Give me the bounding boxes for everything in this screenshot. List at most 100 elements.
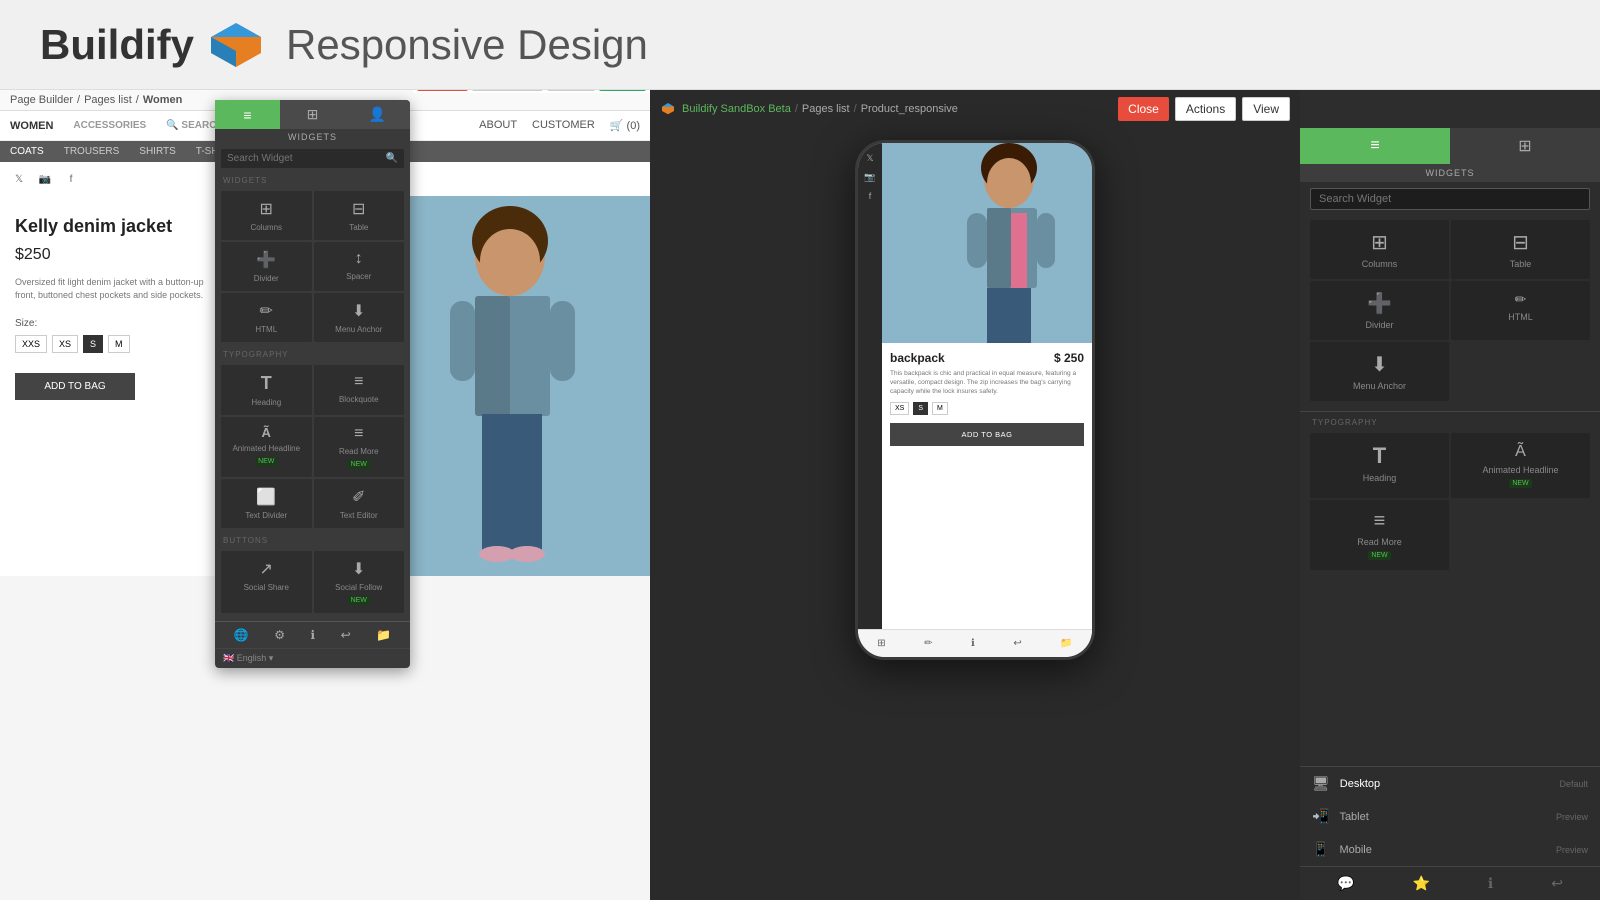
widget-read-more[interactable]: ≡ Read More NEW [314,417,405,477]
widget-bottom-icon-3[interactable]: ℹ [311,628,316,642]
right-widget-table[interactable]: ⊟ Table [1451,220,1590,279]
main-area: Page Builder / Pages list / Women Close … [0,90,1600,900]
twitter-icon[interactable]: 𝕏 [10,170,28,188]
widget-search-box[interactable]: 🔍 [221,149,404,168]
right-widget-html[interactable]: ✏ HTML [1451,281,1590,340]
center-top-bar: Buildify SandBox Beta / Pages list / Pro… [650,90,1300,128]
center-breadcrumb-sandbox[interactable]: Buildify SandBox Beta [682,103,791,115]
center-actions-button[interactable]: Actions [1175,97,1236,121]
right-widget-menuanchor[interactable]: ⬇ Menu Anchor [1310,342,1449,401]
widget-columns[interactable]: ⊞ Columns [221,191,312,240]
right-widget-animatedheadline[interactable]: Ã Animated Headline NEW [1451,433,1590,498]
right-columns-icon: ⊞ [1371,230,1388,255]
nav-left: WOMEN ACCESSORIES 🔍 SEARCH [10,120,224,132]
widget-bottom-icon-4[interactable]: ↩ [341,628,351,642]
right-tab-list[interactable]: ≡ [1300,128,1450,164]
nav-customer[interactable]: CUSTOMER [532,119,595,132]
phone-twitter-icon[interactable]: 𝕏 [866,153,873,164]
widget-spacer[interactable]: ↕ Spacer [314,242,405,291]
phone-size-xs[interactable]: XS [890,402,909,415]
product-info: Kelly denim jacket $250 Oversized fit li… [0,196,220,576]
right-top-bar [1300,90,1600,128]
widget-tab-person[interactable]: 👤 [345,100,410,129]
right-widget-divider[interactable]: ➕ Divider [1310,281,1449,340]
phone-bottom-back[interactable]: ↩ [1013,638,1021,649]
heading-icon: T [261,373,272,394]
right-panel-title: WIDGETS [1300,164,1600,182]
widget-animated-headline[interactable]: Ã Animated Headline NEW [221,417,312,477]
left-view-button[interactable]: View [547,90,595,91]
phone-size-s[interactable]: S [913,402,928,415]
sub-nav-coats[interactable]: COATS [10,146,44,157]
bottom-icon-info[interactable]: ℹ [1488,875,1493,892]
bottom-icon-star[interactable]: ⭐ [1412,875,1429,892]
device-tablet[interactable]: 📲 Tablet Preview [1300,800,1600,833]
instagram-icon[interactable]: 📷 [36,170,54,188]
widget-social-follow[interactable]: ⬇ Social Follow NEW [314,551,405,613]
widget-grid-main: ⊞ Columns ⊟ Table ➕ Divider ↕ Spacer ✏ [215,187,410,346]
widget-blockquote[interactable]: ≡ Blockquote [314,365,405,415]
phone-instagram-icon[interactable]: 📷 [864,172,875,183]
widget-text-editor[interactable]: ✐ Text Editor [314,479,405,528]
left-close-button[interactable]: Close [417,90,468,91]
widget-heading[interactable]: T Heading [221,365,312,415]
phone-bottom-folder[interactable]: 📁 [1060,638,1072,649]
nav-right: ABOUT CUSTOMER 🛒 (0) [479,119,640,132]
breadcrumb-pageslist[interactable]: Pages list [84,94,132,106]
size-options: XXS XS S M [15,335,205,353]
columns-icon: ⊞ [260,199,273,219]
phone-bottom-home[interactable]: ⊞ [877,638,885,649]
phone-facebook-icon[interactable]: f [869,191,872,201]
widget-tab-list[interactable]: ≡ [215,100,280,129]
phone-size-m[interactable]: M [932,402,948,415]
size-label: Size: [15,318,205,329]
top-header: Buildify Responsive Design [0,0,1600,90]
nav-accessories[interactable]: ACCESSORIES [73,120,146,132]
nav-women[interactable]: WOMEN [10,120,53,132]
left-panel: Page Builder / Pages list / Women Close … [0,90,650,900]
widget-bottom-icon-2[interactable]: ⚙ [274,628,285,642]
table-icon: ⊟ [352,199,365,219]
right-typography-grid: T Heading Ã Animated Headline NEW ≡ Read… [1300,429,1600,574]
phone-bottom-edit[interactable]: ✏ [924,638,932,649]
bottom-icon-undo[interactable]: ↩ [1551,875,1563,892]
product-description: Oversized fit light denim jacket with a … [15,276,205,303]
right-widget-columns[interactable]: ⊞ Columns [1310,220,1449,279]
widget-divider[interactable]: ➕ Divider [221,242,312,291]
left-actions-button[interactable]: Actions ▾ [472,90,543,91]
center-view-button[interactable]: View [1242,97,1290,121]
widget-social-share[interactable]: ↗ Social Share [221,551,312,613]
widget-text-divider[interactable]: ⬜ Text Divider [221,479,312,528]
widget-search-input[interactable] [227,153,386,164]
device-mobile[interactable]: 📱 Mobile Preview [1300,833,1600,866]
right-tab-grid[interactable]: ⊞ [1450,128,1600,164]
left-save-button[interactable]: Save [599,90,646,91]
right-widget-readmore[interactable]: ≡ Read More NEW [1310,500,1449,570]
sub-nav-trousers[interactable]: TROUSERS [64,146,120,157]
right-search-input[interactable] [1310,188,1590,210]
center-breadcrumb-pages[interactable]: Pages list [802,103,850,115]
nav-cart[interactable]: 🛒 (0) [610,119,640,132]
size-xxs[interactable]: XXS [15,335,47,353]
widget-tab-grid[interactable]: ⊞ [280,100,345,129]
widget-bottom-icon-5[interactable]: 📁 [376,628,391,642]
nav-about[interactable]: ABOUT [479,119,517,132]
right-widget-heading[interactable]: T Heading [1310,433,1449,498]
breadcrumb-pagebuilder[interactable]: Page Builder [10,94,73,106]
phone-add-to-bag-button[interactable]: ADD TO BAG [890,423,1084,446]
bottom-icon-chat[interactable]: 💬 [1337,875,1354,892]
size-s[interactable]: S [83,335,103,353]
size-xs[interactable]: XS [52,335,78,353]
device-desktop[interactable]: 🖥 Desktop Default [1300,767,1600,800]
language-selector[interactable]: 🇬🇧 English ▾ [223,653,273,663]
center-close-button[interactable]: Close [1118,97,1169,121]
widget-bottom-icon-1[interactable]: 🌐 [234,628,249,642]
sub-nav-shirts[interactable]: SHIRTS [139,146,176,157]
widget-html[interactable]: ✏ HTML [221,293,312,342]
size-m[interactable]: M [108,335,130,353]
widget-menu-anchor[interactable]: ⬇ Menu Anchor [314,293,405,342]
widget-table[interactable]: ⊟ Table [314,191,405,240]
facebook-icon[interactable]: f [62,170,80,188]
add-to-bag-button[interactable]: ADD TO BAG [15,373,135,400]
phone-bottom-info[interactable]: ℹ [971,638,975,649]
